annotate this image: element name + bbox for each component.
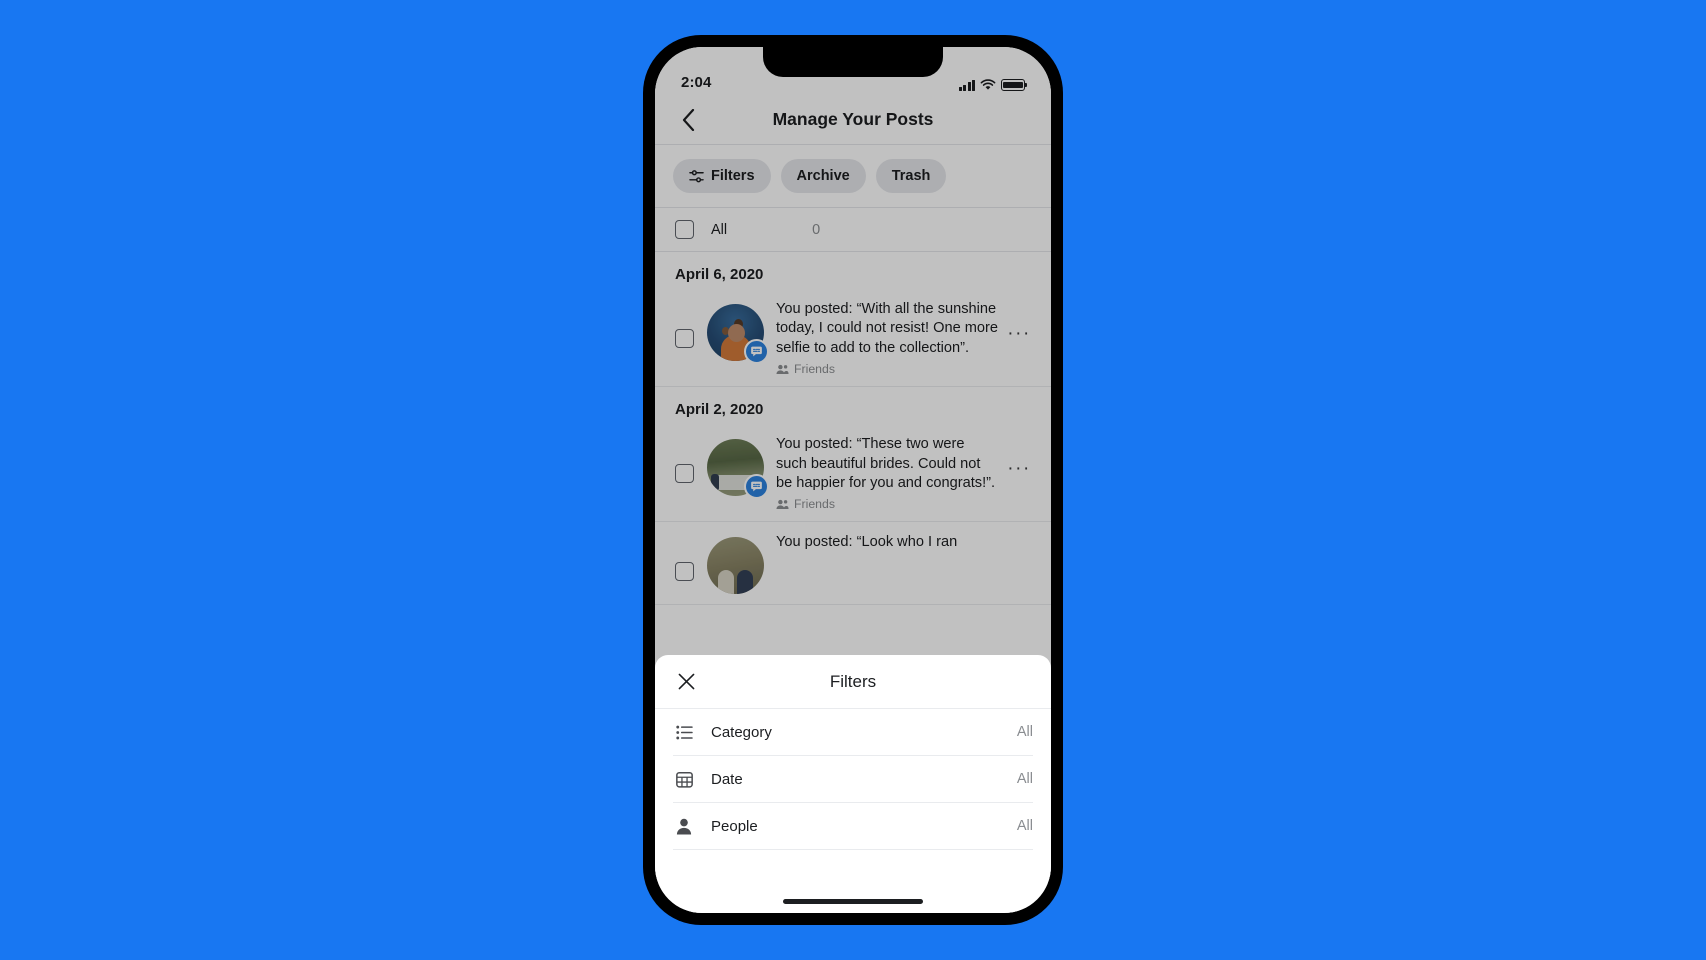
filter-value: All [1016, 771, 1033, 787]
person-icon [673, 818, 695, 835]
sheet-header: Filters [655, 655, 1051, 709]
filter-label: Category [711, 723, 772, 741]
notch [763, 47, 943, 77]
filter-row-category[interactable]: Category All [673, 709, 1033, 756]
phone-frame: 2:04 Manage Your Posts Filters Archive T… [643, 35, 1063, 925]
close-button[interactable] [673, 669, 699, 695]
home-indicator[interactable] [783, 899, 923, 904]
phone-screen: 2:04 Manage Your Posts Filters Archive T… [655, 47, 1051, 913]
sheet-title: Filters [829, 671, 877, 691]
filter-value: All [1016, 724, 1033, 740]
filter-row-date[interactable]: Date All [673, 756, 1033, 803]
filters-bottom-sheet: Filters Category All Date All People All [655, 655, 1051, 913]
close-icon [678, 673, 694, 690]
filter-row-people[interactable]: People All [673, 803, 1033, 850]
list-bullets-icon [673, 725, 695, 740]
filter-label: People [711, 817, 758, 835]
filter-label: Date [711, 770, 743, 788]
filter-value: All [1016, 818, 1033, 834]
calendar-icon [673, 771, 695, 788]
